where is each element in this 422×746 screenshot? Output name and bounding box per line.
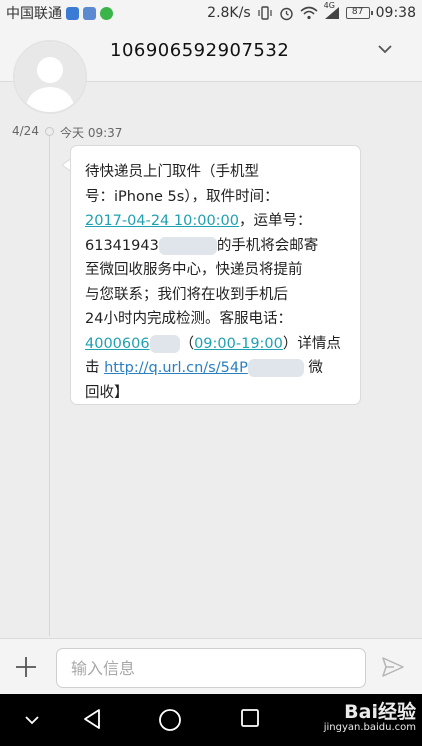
status-time: 09:38 [375,5,416,21]
message-text: ）详情点 [282,335,341,352]
add-attachment-button[interactable] [14,655,38,679]
message-line: 待快递员上门取件（手机型 [85,164,259,180]
message-line: 61341943 的手机将会邮寄 [85,234,348,259]
status-bar: 中国联通 2.8K/s 4G 87 09:38 [0,0,422,26]
home-button[interactable] [158,708,182,732]
message-date: 4/24 [12,124,39,138]
back-button[interactable] [82,708,102,730]
watermark-brand: Bai经验 [344,701,416,723]
send-button[interactable] [382,657,404,677]
message-text: 微 [303,360,323,376]
status-left: 中国联通 [6,3,113,23]
message-line: 2017-04-24 10:00:00，运单号： [85,209,348,234]
network-type: 4G [323,1,335,10]
redacted-blur [149,334,180,353]
timeline-dot [45,127,54,136]
avatar[interactable] [13,40,87,114]
chevron-down-icon[interactable] [24,714,40,726]
message-line: 号：iPhone 5s），取件时间： [85,188,279,205]
message-bubble[interactable]: 待快递员上门取件（手机型 号：iPhone 5s），取件时间： 2017-04-… [70,145,361,405]
message-input[interactable] [56,648,366,688]
pickup-time-link[interactable]: 2017-04-24 10:00:00 [85,213,239,229]
battery-icon: 87 [345,7,373,19]
message-line: 击 http://q.url.cn/s/54P 微 [85,356,348,381]
message-line: 回收】 [85,384,129,401]
detail-url-link[interactable]: http://q.url.cn/s/54P [104,360,248,376]
tracking-number: 61341943 [85,237,159,254]
timeline-line [49,136,50,636]
wechat-icon [100,6,113,20]
default-avatar-icon [15,42,85,112]
system-nav-bar: Bai经验 jingyan.baidu.com [0,694,422,746]
message-text: 的手机将会邮寄 [216,237,319,254]
watermark-sub: jingyan.baidu.com [323,722,416,733]
wifi-icon [300,6,318,20]
redacted-blur [247,359,304,377]
message-time: 今天 09:37 [60,126,123,140]
chevron-down-icon[interactable] [376,42,394,56]
recent-apps-button[interactable] [240,708,260,728]
battery-level: 87 [351,7,364,17]
baidu-watermark: Bai经验 jingyan.baidu.com [324,702,416,734]
compose-bar [0,638,422,694]
vibrate-icon [258,6,272,20]
message-text: 击 [85,360,105,376]
redacted-blur [158,236,217,255]
message-line: 24小时内完成检测。客服电话： [85,311,292,327]
service-phone-link[interactable]: 4000606 [85,336,150,352]
service-hours-link[interactable]: 09:00-19:00 [194,336,283,352]
message-line: 与您联系；我们将在收到手机后 [85,286,288,303]
carrier-name: 中国联通 [6,6,62,22]
alarm-icon [279,7,293,20]
message-text: ，运单号： [239,213,312,229]
signal-group: 4G [324,1,340,20]
message-line: 至微回收服务中心，快递员将提前 [85,262,303,278]
network-speed: 2.8K/s [207,5,251,21]
shield-icon [66,6,79,20]
message-text: （ [179,335,195,352]
gallery-icon [83,6,96,20]
contact-number[interactable]: 106906592907532 [110,40,289,61]
status-right: 2.8K/s 4G 87 09:38 [207,1,416,21]
message-line: 4000606 （09:00-19:00）详情点 [85,332,348,357]
